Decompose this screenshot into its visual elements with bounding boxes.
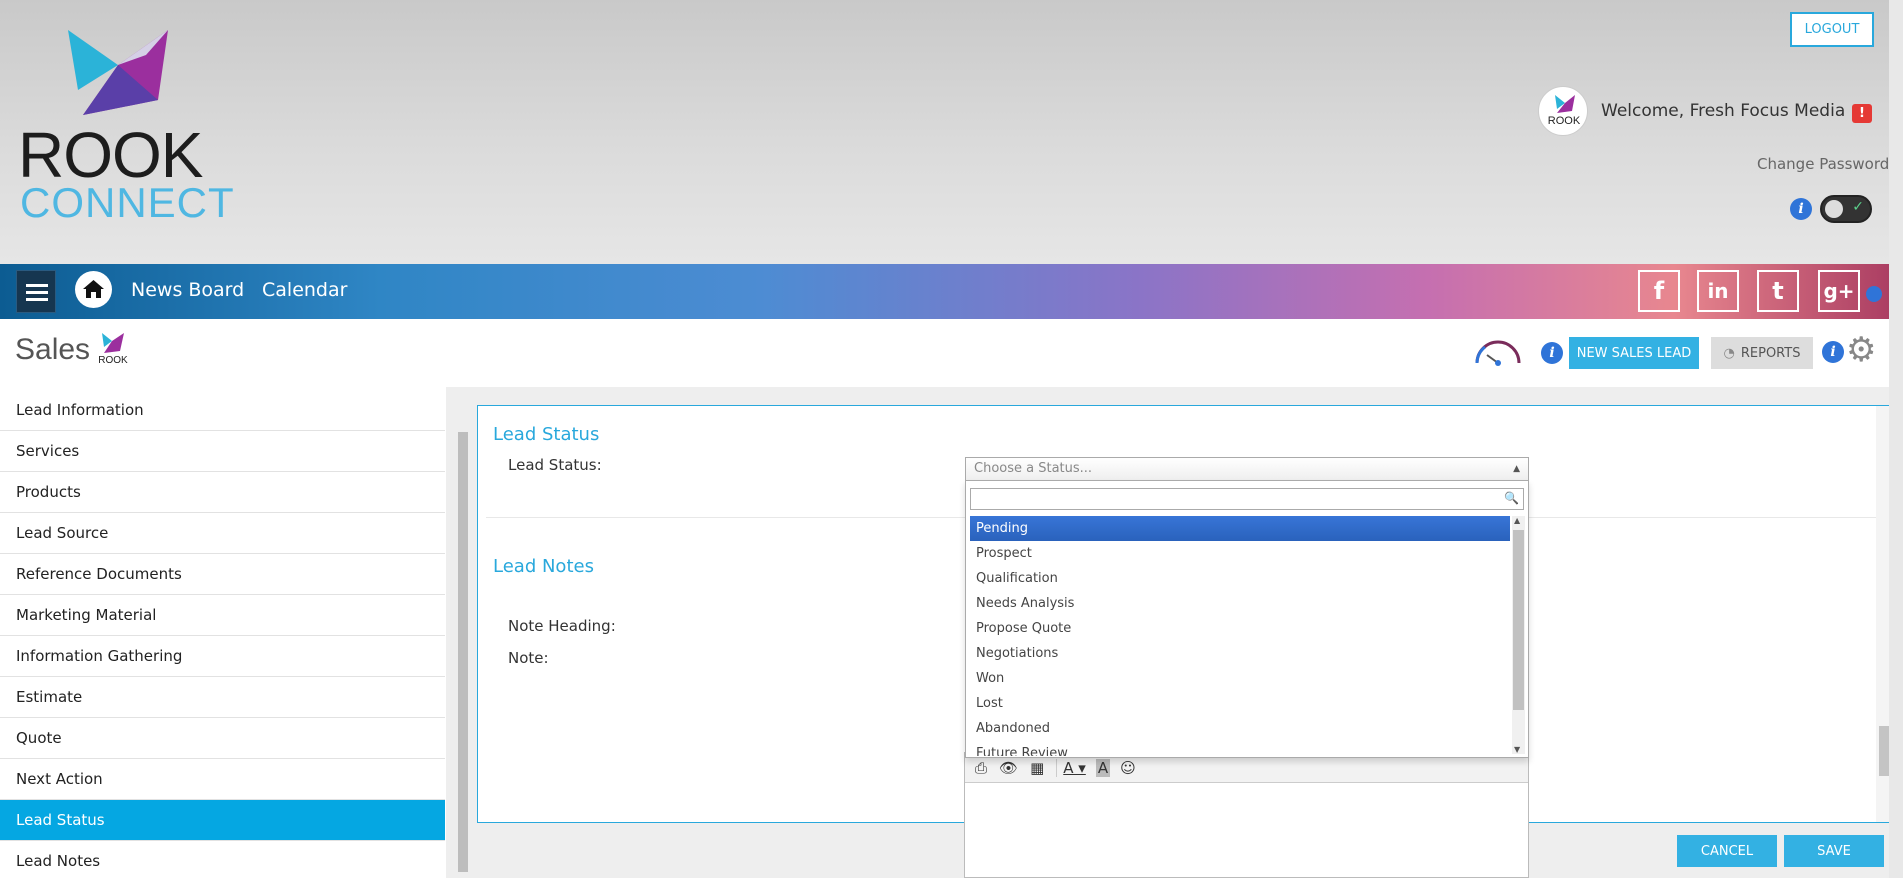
dropdown-search: 🔍 <box>970 488 1524 510</box>
toggle-knob <box>1825 200 1843 218</box>
sidebar: Lead Information Services Products Lead … <box>0 390 445 878</box>
logout-button[interactable]: LOGOUT <box>1790 12 1874 47</box>
page-subheader: Sales ROOK i NEW SALES LEAD ◔ REPORTS i ⚙ <box>0 319 1903 387</box>
reports-label: REPORTS <box>1740 345 1801 361</box>
info-icon[interactable]: i <box>1790 198 1812 220</box>
media-icon[interactable]: ▦ <box>1030 759 1044 777</box>
sidebar-item-estimate[interactable]: Estimate <box>0 677 445 718</box>
sidebar-item-marketing-material[interactable]: Marketing Material <box>0 595 445 636</box>
note-heading-label: Note Heading: <box>508 617 616 635</box>
dropdown-scrollbar[interactable]: ▲ ▼ <box>1512 516 1525 754</box>
rook-connect-logo: ROOK CONNECT <box>18 25 234 225</box>
avatar[interactable]: ROOK <box>1538 86 1588 136</box>
dropdown-option-propose-quote[interactable]: Propose Quote <box>970 616 1510 641</box>
lead-status-label: Lead Status: <box>508 456 602 474</box>
hamburger-menu-button[interactable] <box>16 270 56 313</box>
preview-icon[interactable]: 👁 <box>999 759 1018 777</box>
welcome-text: Welcome, Fresh Focus Media <box>1601 101 1846 121</box>
nav-link-news-board[interactable]: News Board <box>131 279 244 301</box>
info-icon[interactable]: i <box>1541 342 1563 364</box>
pie-chart-icon: ◔ <box>1723 345 1735 361</box>
lead-status-select-placeholder: Choose a Status... <box>974 461 1093 476</box>
home-icon[interactable] <box>75 271 112 308</box>
dropdown-option-needs-analysis[interactable]: Needs Analysis <box>970 591 1510 616</box>
facebook-icon[interactable]: f <box>1638 270 1680 312</box>
print-icon[interactable]: ⎙ <box>975 759 987 777</box>
page-title: Sales <box>15 333 91 366</box>
sidebar-item-next-action[interactable]: Next Action <box>0 759 445 800</box>
logo-text-connect: CONNECT <box>20 179 235 226</box>
dropdown-scrollbar-thumb[interactable] <box>1513 530 1524 710</box>
sidebar-item-lead-source[interactable]: Lead Source <box>0 513 445 554</box>
gear-icon[interactable]: ⚙ <box>1846 333 1876 367</box>
sidebar-item-quote[interactable]: Quote <box>0 718 445 759</box>
sidebar-scrollbar-thumb[interactable] <box>458 432 468 872</box>
sidebar-item-lead-notes[interactable]: Lead Notes <box>0 841 445 878</box>
text-format-group: A ▾ A ☺ <box>1056 758 1141 777</box>
dropdown-search-input[interactable] <box>971 489 1491 509</box>
check-icon: ✓ <box>1852 199 1864 215</box>
section-title-lead-notes: Lead Notes <box>493 556 594 577</box>
search-icon: 🔍 <box>1504 491 1519 505</box>
mode-toggle[interactable]: ✓ <box>1820 195 1872 223</box>
sidebar-scrollbar[interactable] <box>456 390 470 878</box>
dropdown-options-list: Pending Prospect Qualification Needs Ana… <box>970 516 1510 756</box>
lead-status-dropdown: 🔍 Pending Prospect Qualification Needs A… <box>965 480 1529 758</box>
twitter-icon[interactable]: t <box>1757 270 1799 312</box>
chevron-up-icon: ▲ <box>1513 464 1520 474</box>
alert-icon[interactable]: ! <box>1852 104 1872 123</box>
sidebar-item-services[interactable]: Services <box>0 431 445 472</box>
lead-status-select[interactable]: Choose a Status... ▲ <box>965 457 1529 481</box>
dropdown-option-prospect[interactable]: Prospect <box>970 541 1510 566</box>
new-sales-lead-button[interactable]: NEW SALES LEAD <box>1569 337 1699 369</box>
section-title-lead-status: Lead Status <box>493 424 600 445</box>
nav-link-calendar[interactable]: Calendar <box>262 279 347 301</box>
note-editor[interactable]: ⎙ 👁 ▦ A ▾ A ☺ <box>964 752 1529 878</box>
panel-scrollbar-thumb[interactable] <box>1879 726 1889 776</box>
scroll-up-icon[interactable]: ▲ <box>1514 516 1520 525</box>
dropdown-option-lost[interactable]: Lost <box>970 691 1510 716</box>
reports-button[interactable]: ◔ REPORTS <box>1711 337 1813 369</box>
dropdown-option-qualification[interactable]: Qualification <box>970 566 1510 591</box>
sidebar-item-lead-information[interactable]: Lead Information <box>0 390 445 431</box>
note-label: Note: <box>508 649 549 667</box>
background-color-icon[interactable]: A <box>1095 758 1111 777</box>
gauge-icon <box>1473 333 1523 367</box>
main-navbar: News Board Calendar f in t g+ <box>0 264 1903 319</box>
sidebar-item-reference-documents[interactable]: Reference Documents <box>0 554 445 595</box>
change-password-link[interactable]: Change Password <box>1757 155 1889 173</box>
svg-text:ROOK: ROOK <box>98 355 128 366</box>
page-scrollbar[interactable] <box>1889 0 1903 878</box>
dropdown-option-future-review[interactable]: Future Review <box>970 741 1510 756</box>
sidebar-item-products[interactable]: Products <box>0 472 445 513</box>
info-icon[interactable]: i <box>1822 341 1844 363</box>
dropdown-option-won[interactable]: Won <box>970 666 1510 691</box>
sidebar-item-lead-status[interactable]: Lead Status <box>0 800 445 841</box>
dropdown-option-negotiations[interactable]: Negotiations <box>970 641 1510 666</box>
svg-text:ROOK: ROOK <box>1548 115 1581 127</box>
emoticon-icon[interactable]: ☺ <box>1120 759 1136 777</box>
dropdown-option-pending[interactable]: Pending <box>970 516 1510 541</box>
rook-mini-logo: ROOK <box>92 331 134 373</box>
linkedin-icon[interactable]: in <box>1697 270 1739 312</box>
app-header: ROOK CONNECT LOGOUT ROOK Welcome, Fresh … <box>0 0 1903 264</box>
google-plus-icon[interactable]: g+ <box>1818 270 1860 312</box>
scroll-down-icon[interactable]: ▼ <box>1514 745 1520 754</box>
sidebar-item-information-gathering[interactable]: Information Gathering <box>0 636 445 677</box>
save-button[interactable]: SAVE <box>1784 835 1884 867</box>
cancel-button[interactable]: CANCEL <box>1677 835 1777 867</box>
text-color-icon[interactable]: A ▾ <box>1063 759 1086 777</box>
nav-info-dot[interactable] <box>1866 286 1882 302</box>
logo-text-rook: ROOK <box>18 119 203 191</box>
dropdown-option-abandoned[interactable]: Abandoned <box>970 716 1510 741</box>
